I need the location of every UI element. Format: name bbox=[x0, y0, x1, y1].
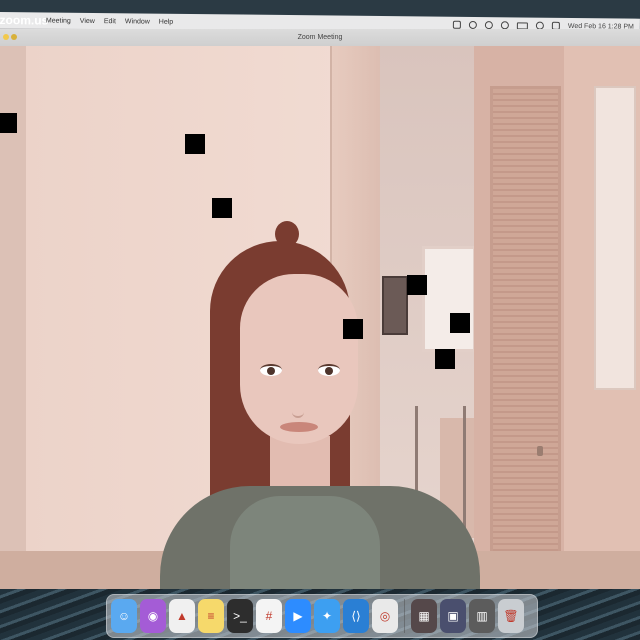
menu-help[interactable]: Help bbox=[159, 18, 173, 25]
redaction-block bbox=[343, 319, 363, 339]
zoom-meeting-window: Zoom Meeting bbox=[0, 29, 640, 589]
dock-separator bbox=[404, 599, 405, 633]
dock: ☺ ◉ ▲ ≡ >_ # ▶ ✦ ⟨⟩ ◎ ▦ ▣ ▥ 🗑 bbox=[106, 594, 538, 638]
menu-window[interactable]: Window bbox=[125, 18, 150, 25]
terminal-icon[interactable]: >_ bbox=[227, 599, 253, 633]
brave-icon[interactable]: ▲ bbox=[169, 599, 195, 633]
photos-stack-icon[interactable]: ▦ bbox=[411, 599, 437, 633]
redaction-block bbox=[185, 134, 205, 154]
window-title: Zoom Meeting bbox=[297, 34, 343, 41]
vscode-icon[interactable]: ⟨⟩ bbox=[343, 599, 369, 633]
participant-person bbox=[160, 196, 480, 589]
video-feed[interactable] bbox=[0, 46, 640, 589]
chrome-icon[interactable]: ◎ bbox=[372, 599, 398, 633]
menu-meeting[interactable]: Meeting bbox=[46, 17, 71, 24]
face bbox=[240, 274, 358, 444]
nose bbox=[292, 386, 304, 418]
window-titlebar[interactable]: Zoom Meeting bbox=[0, 29, 640, 47]
slack-icon[interactable]: # bbox=[256, 599, 282, 633]
minimize-window-button[interactable] bbox=[11, 34, 17, 40]
zoom-icon[interactable]: ▶ bbox=[285, 599, 311, 633]
redaction-block bbox=[212, 198, 232, 218]
close-window-button[interactable] bbox=[3, 34, 9, 40]
left-eye bbox=[260, 364, 282, 376]
door-knob bbox=[537, 446, 543, 456]
redaction-block bbox=[0, 113, 17, 133]
notes-icon[interactable]: ≡ bbox=[198, 599, 224, 633]
downloads-stack-icon[interactable]: ▥ bbox=[469, 599, 495, 633]
bluetooth-icon[interactable] bbox=[468, 20, 477, 29]
zoom-status-icon[interactable] bbox=[452, 20, 461, 29]
louvered-door bbox=[490, 86, 561, 589]
redaction-block bbox=[407, 275, 427, 295]
finder-icon[interactable]: ☺ bbox=[111, 599, 137, 633]
menu-edit[interactable]: Edit bbox=[104, 18, 116, 25]
screen-record-icon[interactable] bbox=[484, 21, 493, 30]
redaction-block bbox=[450, 313, 470, 333]
redaction-block bbox=[435, 349, 455, 369]
menu-view[interactable]: View bbox=[80, 17, 95, 24]
hair-bun bbox=[275, 221, 299, 247]
battery-icon[interactable] bbox=[516, 21, 528, 30]
trash-icon[interactable]: 🗑 bbox=[498, 599, 524, 633]
right-eye bbox=[318, 364, 340, 376]
mouth bbox=[280, 422, 318, 432]
app-window-icon[interactable]: ▣ bbox=[440, 599, 466, 633]
wall-art bbox=[594, 86, 636, 390]
scarf bbox=[230, 496, 380, 589]
podcasts-icon[interactable]: ◉ bbox=[140, 599, 166, 633]
safari-icon[interactable]: ✦ bbox=[314, 599, 340, 633]
